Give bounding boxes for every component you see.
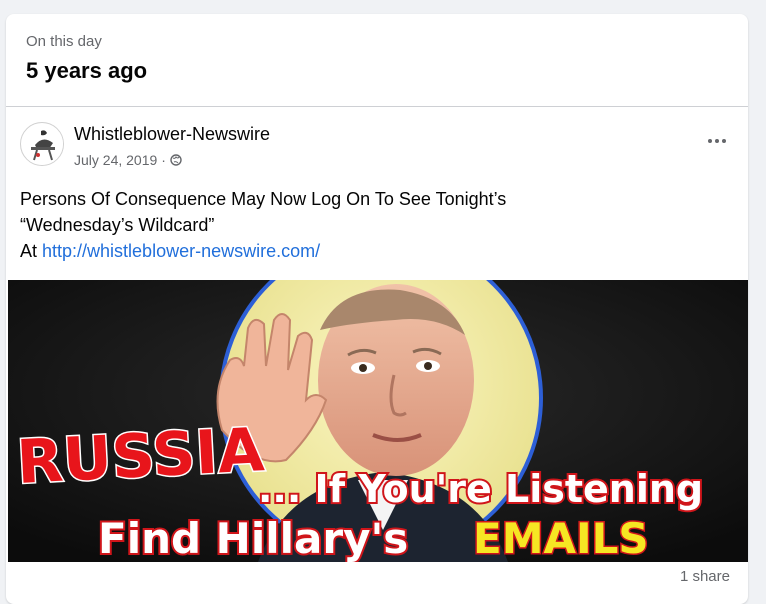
post-text-line2: “Wednesday’s Wildcard” xyxy=(20,215,215,235)
post-author[interactable]: Whistleblower-Newswire xyxy=(74,124,270,145)
post-text-line3: At http://whistleblower-newswire.com/ xyxy=(20,238,730,264)
post-date[interactable]: July 24, 2019 xyxy=(74,152,157,168)
shares-count[interactable]: 1 share xyxy=(680,568,730,585)
more-dot xyxy=(715,139,719,143)
image-headline-white: ... If You're Listening xyxy=(258,467,703,511)
avatar-logo-icon xyxy=(22,124,63,165)
more-dots-icon xyxy=(708,139,712,143)
image-line2-yellow: EMAILS xyxy=(473,514,649,562)
avatar[interactable] xyxy=(20,122,64,166)
memory-card: On this day 5 years ago Whistleblower-Ne… xyxy=(6,14,748,604)
more-options-button[interactable] xyxy=(702,128,732,154)
image-headline-red: RUSSIA xyxy=(15,415,266,498)
post-text: Persons Of Consequence May Now Log On To… xyxy=(20,186,730,264)
more-dot xyxy=(722,139,726,143)
post-image[interactable]: RUSSIA ... If You're Listening Find Hill… xyxy=(8,280,748,562)
image-line2-white: Find Hillary's xyxy=(98,514,408,562)
memory-header: On this day 5 years ago xyxy=(6,14,748,88)
meta-separator: · xyxy=(161,152,166,168)
divider xyxy=(6,106,748,107)
memory-label: On this day xyxy=(26,33,102,50)
memory-title: 5 years ago xyxy=(26,58,148,83)
post-header: Whistleblower-Newswire July 24, 2019 · xyxy=(20,120,740,170)
post-link[interactable]: http://whistleblower-newswire.com/ xyxy=(42,241,320,261)
post-meta: July 24, 2019 · xyxy=(74,152,182,168)
post-text-line1: Persons Of Consequence May Now Log On To… xyxy=(20,189,507,209)
post-image-graphic: RUSSIA ... If You're Listening Find Hill… xyxy=(8,280,748,562)
post-text-at: At xyxy=(20,241,43,261)
globe-icon xyxy=(170,154,182,166)
